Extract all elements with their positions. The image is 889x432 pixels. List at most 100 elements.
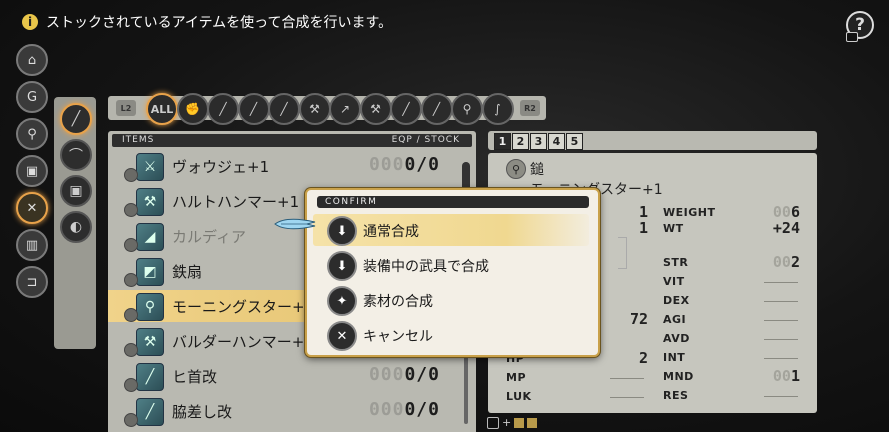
hammer-type-icon: ⚲ [506, 159, 526, 179]
item-name: バルダーハンマー+1 [172, 333, 314, 351]
weapon-icon: ◢ [136, 223, 164, 251]
item-row[interactable]: ╱ ヒ首改 0000/0 [108, 360, 462, 392]
stat-dash [764, 301, 798, 302]
filter-fist-icon[interactable]: ✊ [176, 93, 209, 125]
weapon-icon: ⚲ [136, 293, 164, 321]
gear-badge-icon [124, 168, 138, 182]
stat-label: WEIGHT [663, 206, 716, 219]
item-name: ヴォウジェ+1 [172, 158, 270, 176]
tab-page-1[interactable]: 1 [494, 133, 511, 150]
confirm-option[interactable]: ⬇ 装備中の武具で合成 [313, 249, 589, 281]
filter-katana-icon[interactable]: ╱ [268, 93, 300, 125]
weapon-icon: ◩ [136, 258, 164, 286]
eqp-stock-header: EQP / STOCK [391, 135, 460, 145]
bow-category-icon[interactable]: ⌒ [60, 139, 92, 171]
search-icon[interactable]: ⚲ [16, 118, 48, 150]
confirm-title: CONFIRM [317, 196, 589, 208]
hint-text: ストックされているアイテムを使って合成を行います。 [46, 15, 393, 31]
stock-count: 0 [428, 364, 440, 385]
gear-badge-icon [124, 378, 138, 392]
weapon-icon: ⚒ [136, 328, 164, 356]
confirm-option[interactable]: ⬇ 通常合成 [313, 214, 589, 246]
confirm-option-label: キャンセル [363, 329, 433, 345]
stat-dash [610, 397, 644, 398]
stat-label: RES [663, 389, 689, 402]
stat-dash [764, 358, 798, 359]
square-button-icon [487, 416, 499, 429]
armor-category-icon[interactable]: ▣ [60, 175, 92, 207]
item-name: 脇差し改 [172, 403, 233, 421]
stat-label: MND [663, 370, 694, 383]
confirm-option-label: 装備中の武具で合成 [363, 259, 489, 275]
tab-page-4[interactable]: 4 [548, 133, 565, 150]
tab-page-5[interactable]: 5 [566, 133, 583, 150]
dpad-icon [514, 417, 525, 428]
stat-label: LUK [506, 390, 532, 403]
filter-axe-icon[interactable]: ⚒ [298, 93, 331, 125]
items-header: ITEMS EQP / STOCK [112, 134, 472, 147]
item-row[interactable]: ╱ 脇差し改 0000/0 [108, 395, 462, 427]
stat-placeholder: 00 [772, 367, 791, 385]
gear-badge-icon [124, 203, 138, 217]
stat-dash [764, 339, 798, 340]
stat-placeholder: 00 [772, 253, 791, 271]
stat-label: AVD [663, 332, 690, 345]
accessory-category-icon[interactable]: ◐ [60, 211, 92, 243]
filter-whip-icon[interactable]: ∫ [481, 93, 514, 125]
stat-label: INT [663, 351, 686, 364]
chest-icon[interactable]: ▣ [16, 155, 48, 187]
cancel-icon: ✕ [327, 321, 357, 351]
confirm-option[interactable]: ✦ 素材の合成 [313, 284, 589, 316]
synthesis-icon[interactable]: ✕ [16, 192, 48, 224]
confirm-option-label: 素材の合成 [363, 294, 433, 310]
filter-spear-icon[interactable]: ↗ [329, 93, 361, 125]
filter-dagger-icon[interactable]: ╱ [207, 93, 239, 125]
tab-page-2[interactable]: 2 [512, 133, 529, 150]
r2-tag: R2 [520, 100, 540, 116]
exit-icon[interactable]: ⊐ [16, 266, 48, 298]
stat-dash [764, 396, 798, 397]
stat-label: DEX [663, 294, 690, 307]
category-column: ╱ ⌒ ▣ ◐ [54, 97, 96, 349]
items-header-label: ITEMS [122, 135, 155, 145]
stock-eqp: 0/ [404, 399, 429, 420]
help-button-badge-icon [846, 32, 858, 42]
confirm-option-label: 通常合成 [363, 224, 419, 240]
sword-category-icon[interactable]: ╱ [60, 103, 92, 135]
detail-tabs: 12345 [488, 131, 817, 150]
filter-sword-icon[interactable]: ╱ [237, 93, 270, 125]
filter-hammer-icon[interactable]: ⚒ [359, 93, 392, 125]
weapon-icon: ⚒ [136, 188, 164, 216]
stat-dash [764, 282, 798, 283]
stock-placeholder: 000 [368, 154, 405, 175]
bag-icon[interactable]: G [16, 81, 48, 113]
stat-dash [610, 378, 644, 379]
weapon-icon: ╱ [136, 363, 164, 391]
stat-label: VIT [663, 275, 685, 288]
gear-badge-icon [124, 343, 138, 357]
stock-eqp: 0/ [404, 154, 429, 175]
synthesis-option-icon: ⬇ [327, 216, 357, 246]
filter-rod-icon[interactable]: ╱ [420, 93, 453, 125]
filter-all[interactable]: ALL [146, 93, 178, 125]
confirm-option[interactable]: ✕ キャンセル [313, 319, 589, 351]
stat-dash [764, 320, 798, 321]
stock-placeholder: 000 [368, 399, 405, 420]
stat-label: STR [663, 256, 689, 269]
tab-page-3[interactable]: 3 [530, 133, 547, 150]
item-name: 鉄扇 [172, 263, 203, 281]
filter-staff-icon[interactable]: ╱ [390, 93, 422, 125]
bars-icon[interactable]: ▥ [16, 229, 48, 261]
item-row[interactable]: ⚔ ヴォウジェ+1 0000/0 [108, 150, 462, 182]
item-name: ヒ首改 [172, 368, 218, 386]
gear-badge-icon [124, 308, 138, 322]
item-name: カルディア [172, 228, 246, 246]
gear-badge-icon [124, 273, 138, 287]
stat-number: +24 [772, 219, 800, 237]
stat-label: AGI [663, 313, 687, 326]
stat-value: +24 [750, 219, 800, 237]
filter-mace-icon[interactable]: ⚲ [451, 93, 483, 125]
cursor-pointer-icon [274, 218, 316, 230]
shop-icon[interactable]: ⌂ [16, 44, 48, 76]
stock-placeholder: 000 [368, 364, 405, 385]
